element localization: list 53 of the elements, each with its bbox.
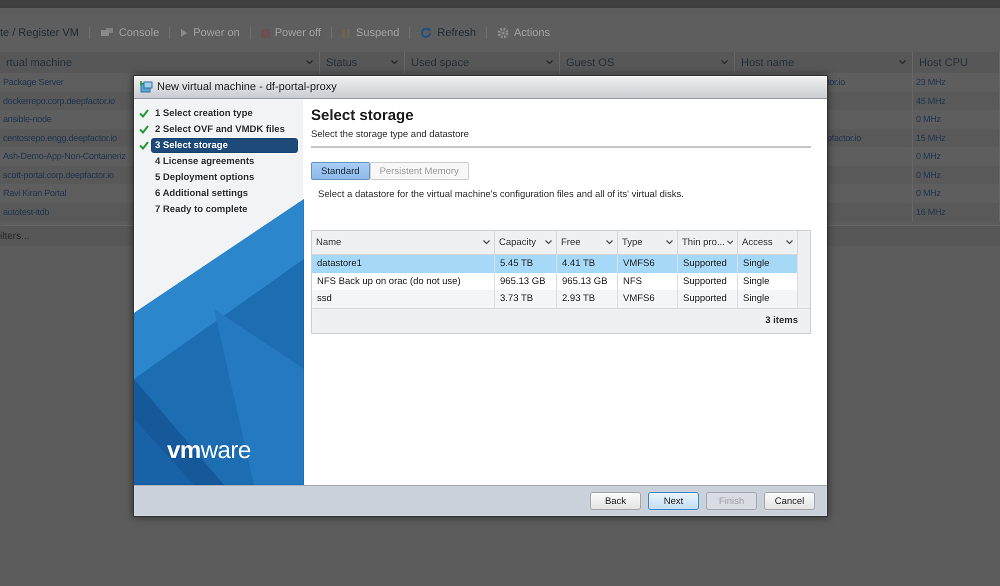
- table-cell[interactable]: 3.73 TB: [495, 290, 557, 308]
- table-cell[interactable]: datastore1: [312, 255, 495, 272]
- wizard-step[interactable]: 7 Ready to complete: [151, 202, 298, 217]
- wizard-step[interactable]: 3 Select storage: [151, 138, 298, 153]
- table-cell[interactable]: 5.45 TB: [495, 255, 557, 272]
- caret-icon[interactable]: [666, 240, 673, 245]
- virtual-machine-icon: [140, 81, 153, 93]
- table-cell[interactable]: Single: [738, 290, 798, 308]
- wizard-step[interactable]: 6 Additional settings: [151, 186, 298, 201]
- page-subtitle: Select the storage type and datastore: [311, 129, 811, 148]
- column-header[interactable]: Type: [618, 231, 678, 255]
- table-cell[interactable]: Supported: [678, 290, 738, 308]
- table-cell[interactable]: ssd: [312, 290, 495, 308]
- caret-icon[interactable]: [786, 240, 793, 245]
- table-cell: 23 MHz: [913, 73, 1000, 92]
- table-cell[interactable]: VMFS6: [618, 290, 678, 308]
- table-cell: 0 MHz: [913, 147, 1000, 166]
- caret-icon[interactable]: [545, 240, 552, 245]
- instruction-text: Select a datastore for the virtual machine's configuration files and all of its' virtual disks.: [318, 189, 685, 200]
- table-cell: 0 MHz: [913, 184, 1000, 202]
- caret-icon[interactable]: [606, 240, 613, 245]
- wizard-step[interactable]: 5 Deployment options: [151, 170, 298, 185]
- caret-icon[interactable]: [726, 240, 733, 245]
- column-header[interactable]: Capacity: [495, 231, 557, 255]
- table-cell[interactable]: 965.13 GB: [495, 272, 557, 290]
- table-cell[interactable]: 965.13 GB: [557, 272, 618, 290]
- wizard-button[interactable]: Cancel: [764, 492, 815, 510]
- vmware-logo: vmware: [167, 437, 251, 465]
- console-icon: [100, 27, 114, 39]
- caret-icon[interactable]: [483, 240, 490, 245]
- table-cell[interactable]: Supported: [678, 272, 738, 290]
- column-header[interactable]: Access: [738, 231, 798, 255]
- table-cell[interactable]: NFS: [618, 272, 678, 290]
- table-cell: 0 MHz: [913, 110, 1000, 128]
- table-cell[interactable]: Single: [738, 255, 798, 272]
- storage-type-tab[interactable]: Standard: [311, 162, 370, 180]
- table-cell[interactable]: 4.41 TB: [557, 255, 618, 272]
- table-cell[interactable]: Single: [738, 272, 798, 290]
- wizard-button[interactable]: Back: [590, 492, 641, 510]
- item-count: 3 items: [765, 315, 798, 326]
- table-cell: 45 MHz: [913, 92, 1000, 110]
- refresh-icon: [420, 27, 432, 39]
- play-icon: [180, 28, 188, 38]
- column-header[interactable]: Free: [557, 231, 618, 255]
- table-cell[interactable]: Supported: [678, 255, 738, 272]
- column-header[interactable]: Name: [312, 231, 495, 255]
- table-cell[interactable]: NFS Back up on orac (do not use): [312, 272, 495, 290]
- column-header[interactable]: Thin pro...: [678, 231, 738, 255]
- table-cell[interactable]: VMFS6: [618, 255, 678, 272]
- settings-icon: [496, 27, 509, 39]
- table-cell: 0 MHz: [913, 166, 1000, 184]
- table-cell[interactable]: 2.93 TB: [557, 290, 618, 308]
- wizard-button[interactable]: Next: [648, 492, 699, 510]
